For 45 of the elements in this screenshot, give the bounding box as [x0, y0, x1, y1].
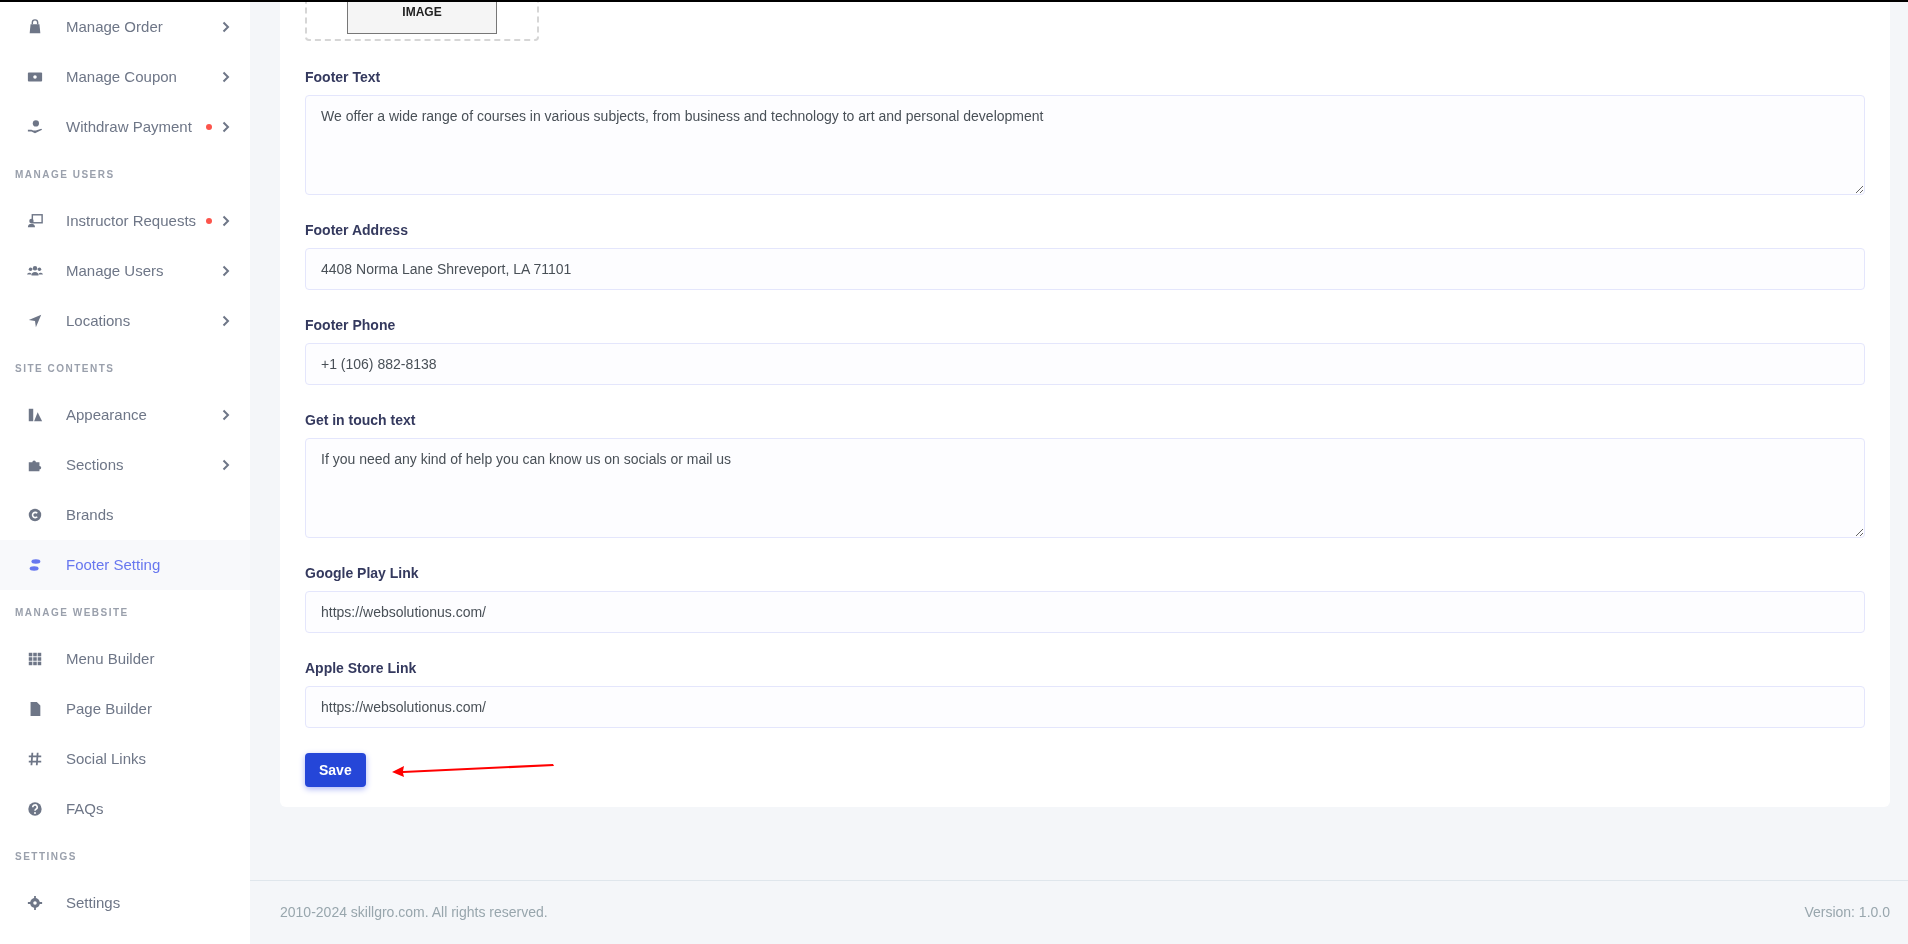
input-field[interactable]: +1 (106) 882-8138 [305, 343, 1865, 385]
sidebar-item[interactable]: FAQs [0, 784, 250, 834]
field-label: Footer Phone [305, 316, 397, 335]
field-label: Get in touch text [305, 411, 417, 430]
grid-icon [27, 651, 43, 667]
input-field[interactable]: 4408 Norma Lane Shreveport, LA 71101 [305, 248, 1865, 290]
image-placeholder: IMAGE [347, 2, 497, 34]
sidebar-item[interactable]: Manage Coupon [0, 52, 250, 102]
field-label: Footer Text [305, 68, 382, 87]
sidebar-item[interactable]: Locations [0, 296, 250, 346]
settings-icon [27, 895, 43, 911]
sidebar-item[interactable]: Sections [0, 440, 250, 490]
section-heading: SITE CONTENTS [15, 361, 115, 376]
section-heading: MANAGE WEBSITE [15, 605, 129, 620]
sidebar-item[interactable]: Social Links [0, 734, 250, 784]
hashtag-icon [27, 751, 43, 767]
textarea-field[interactable]: We offer a wide range of courses in various subjects, from business and technology to art and personal development [305, 95, 1865, 195]
field-label: Footer Address [305, 221, 409, 240]
sidebar-item[interactable]: Page Builder [0, 684, 250, 734]
copyright-icon [27, 507, 43, 523]
hand-coin-icon [27, 119, 43, 135]
sidebar-item[interactable]: Manage Users [0, 246, 250, 296]
field-label: Apple Store Link [305, 659, 418, 678]
location-arrow-icon [27, 313, 43, 329]
input-field[interactable]: https://websolutionus.com/ [305, 686, 1865, 728]
sidebar-item[interactable]: Menu Builder [0, 634, 250, 684]
sidebar-item[interactable]: Settings [0, 878, 250, 928]
sidebar-item[interactable]: Instructor Requests [0, 196, 250, 246]
sidebar-item[interactable]: Withdraw Payment [0, 102, 250, 152]
input-field[interactable]: https://websolutionus.com/ [305, 591, 1865, 633]
section-heading: MANAGE USERS [15, 167, 115, 182]
question-circle-icon [27, 801, 43, 817]
textarea-field[interactable]: If you need any kind of help you can know us on socials or mail us [305, 438, 1865, 538]
sidebar-item[interactable]: Footer Setting [0, 540, 250, 590]
version-text: Version: 1.0.0 [1804, 903, 1890, 922]
sidebar-item[interactable]: Appearance [0, 390, 250, 440]
section-heading: SETTINGS [15, 849, 77, 864]
field-label: Google Play Link [305, 564, 420, 583]
image-upload-area[interactable]: IMAGE [305, 2, 539, 41]
bag-icon [27, 19, 43, 35]
sidebar-item[interactable]: Manage Order [0, 2, 250, 52]
sidebar-item[interactable]: Brands [0, 490, 250, 540]
save-button[interactable]: Save [305, 753, 366, 787]
copyright-text: 2010-2024 skillgro.com. All rights reserved. [280, 903, 548, 922]
person-board-icon [27, 213, 43, 229]
